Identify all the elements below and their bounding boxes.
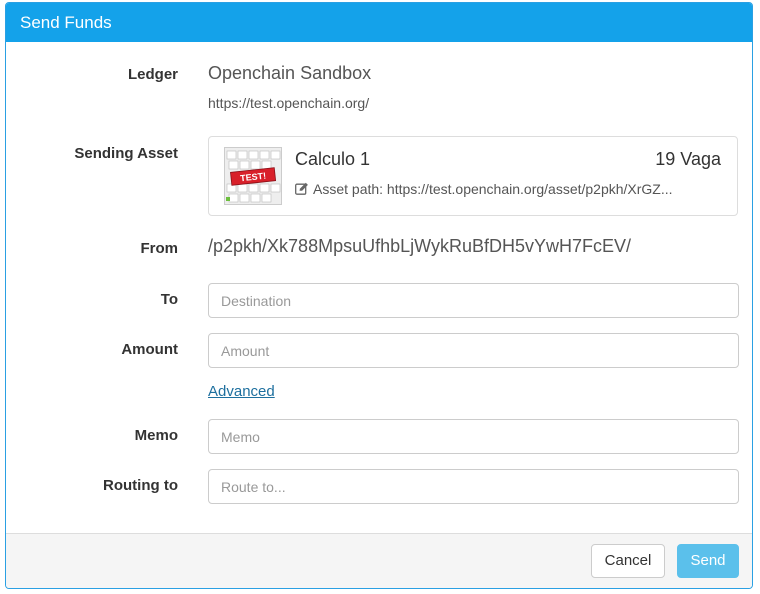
ledger-url: https://test.openchain.org/ xyxy=(208,95,370,111)
edit-icon[interactable] xyxy=(295,182,309,195)
ledger-name: Openchain Sandbox xyxy=(208,63,372,83)
routing-to-label: Routing to xyxy=(103,477,178,494)
asset-card[interactable]: TEST! Calculo 1 19 Vaga Asset path: http… xyxy=(208,136,738,216)
advanced-link[interactable]: Advanced xyxy=(208,383,275,400)
send-button[interactable]: Send xyxy=(677,544,739,578)
memo-input[interactable] xyxy=(208,419,739,454)
amount-label: Amount xyxy=(121,341,178,358)
send-funds-dialog: Send Funds Ledger Openchain Sandbox http… xyxy=(5,2,753,589)
ledger-label: Ledger xyxy=(127,66,178,83)
sending-asset-label: Sending Asset xyxy=(74,145,178,162)
routing-to-input[interactable] xyxy=(208,469,739,504)
to-label: To xyxy=(160,291,178,308)
dialog-footer: Cancel Send xyxy=(6,533,752,588)
to-input[interactable] xyxy=(208,283,739,318)
asset-thumbnail: TEST! xyxy=(224,147,282,205)
asset-path-line: Asset path: https://test.openchain.org/a… xyxy=(295,181,725,197)
amount-input[interactable] xyxy=(208,333,739,368)
cancel-button[interactable]: Cancel xyxy=(591,544,665,578)
asset-name: Calculo 1 xyxy=(295,149,371,169)
test-keyboard-image: TEST! xyxy=(225,148,281,204)
from-label: From xyxy=(140,240,179,257)
from-address: /p2pkh/Xk788MpsuUfhbLjWykRuBfDH5vYwH7FcE… xyxy=(208,236,632,256)
asset-balance: 19 Vaga xyxy=(655,149,721,169)
asset-path: Asset path: https://test.openchain.org/a… xyxy=(313,181,673,197)
dialog-title: Send Funds xyxy=(6,3,752,42)
memo-label: Memo xyxy=(134,427,178,444)
